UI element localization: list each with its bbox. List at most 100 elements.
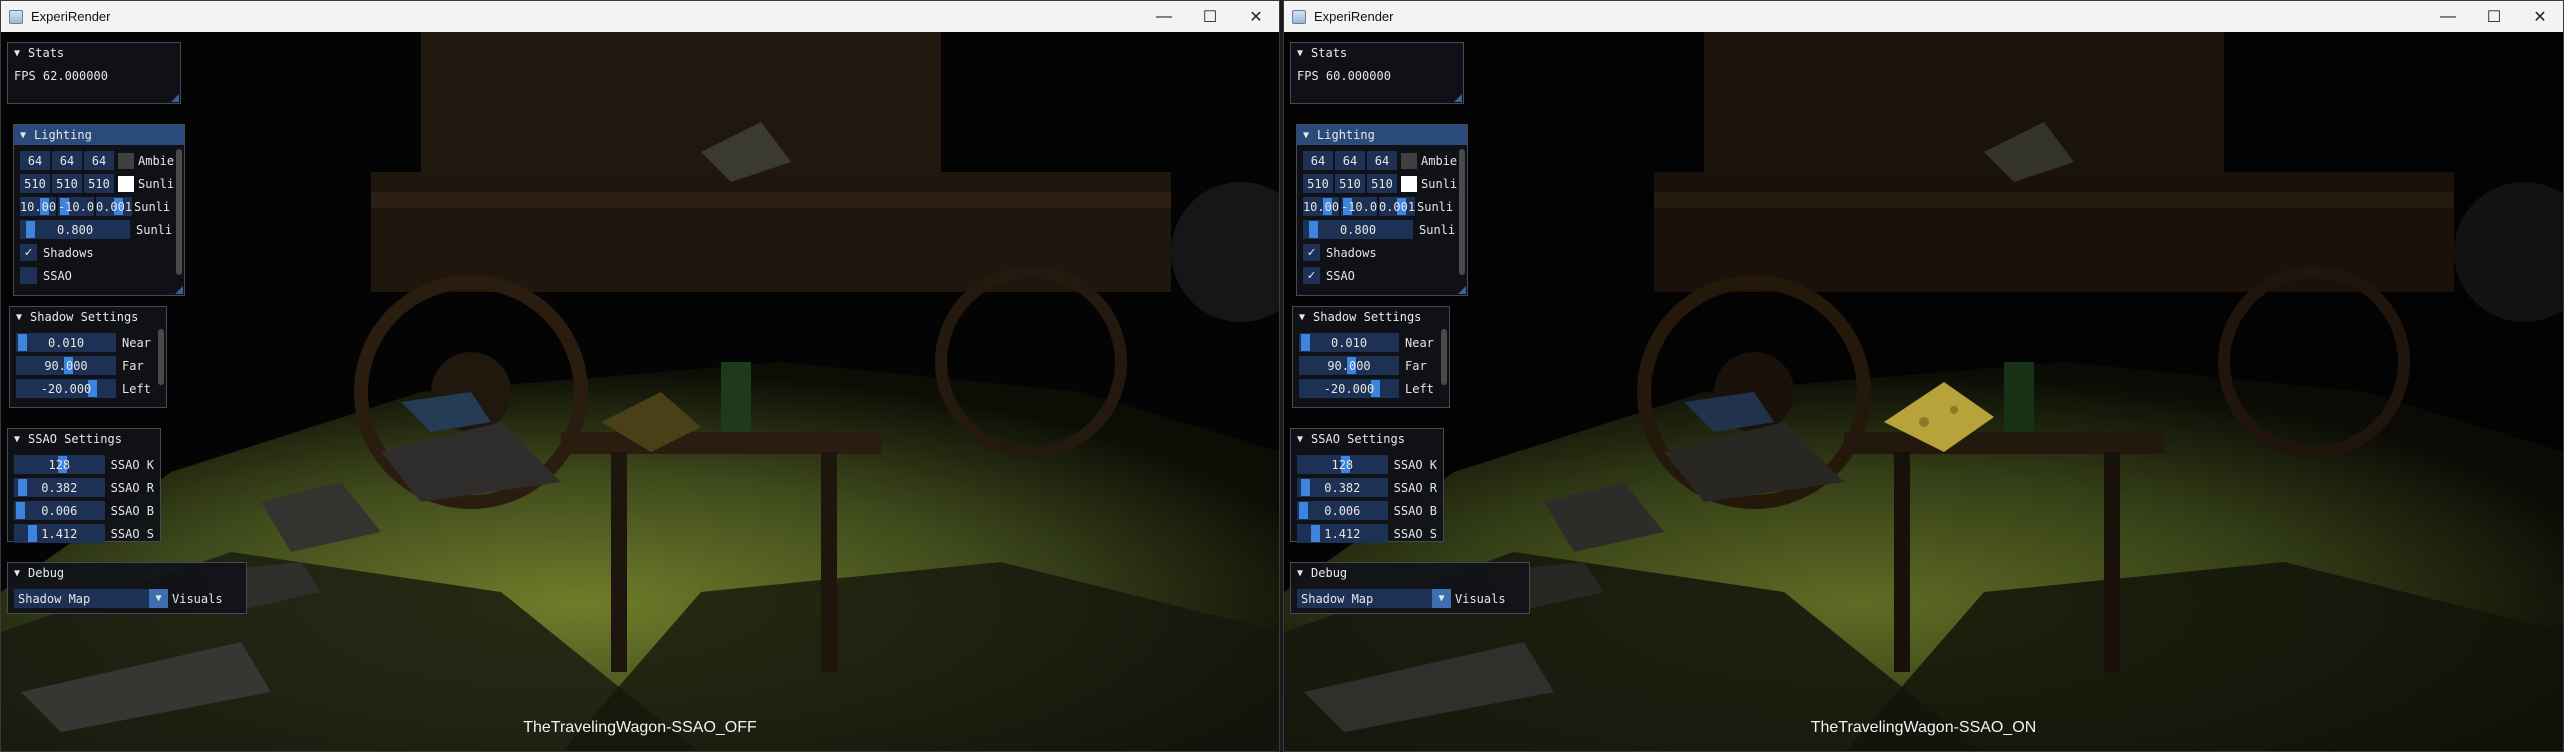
ssao-settings-header[interactable]: ▼ SSAO Settings xyxy=(8,429,160,449)
sun-dir-z-slider[interactable]: 0.001 xyxy=(1379,197,1415,216)
resize-grip-icon[interactable] xyxy=(175,286,183,294)
sun-color-swatch[interactable] xyxy=(118,175,134,192)
ambient-b-field[interactable]: 64 xyxy=(1367,151,1397,170)
shadows-checkbox[interactable]: ✓ xyxy=(1303,244,1320,261)
ssao-kernel-label: SSAO K xyxy=(1393,457,1437,472)
slider-grab[interactable] xyxy=(1301,334,1310,351)
collapse-arrow-icon[interactable]: ▼ xyxy=(20,130,26,141)
sun-dir-x-slider[interactable]: 10.00 xyxy=(20,197,56,216)
stats-panel: ▼ Stats FPS 62.000000 xyxy=(7,42,181,104)
slider-grab[interactable] xyxy=(28,525,37,542)
render-viewport[interactable]: ▼ Stats FPS 62.000000 ▼ Lighting 64 64 6… xyxy=(1,32,1279,751)
sun-dir-y-value: -10.0 xyxy=(58,199,94,214)
sun-intensity-slider[interactable]: 0.800 xyxy=(20,220,130,239)
slider-grab[interactable] xyxy=(1309,221,1318,238)
collapse-arrow-icon[interactable]: ▼ xyxy=(1297,434,1303,445)
collapse-arrow-icon[interactable]: ▼ xyxy=(1303,130,1309,141)
close-button[interactable]: ✕ xyxy=(2517,1,2563,32)
ssao-strength-slider[interactable]: 1.412 xyxy=(14,524,105,543)
slider-grab[interactable] xyxy=(1299,502,1308,519)
visuals-dropdown[interactable]: Shadow Map ▼ xyxy=(14,589,168,608)
shadow-settings-header[interactable]: ▼ Shadow Settings xyxy=(1293,307,1449,327)
resize-grip-icon[interactable] xyxy=(1454,94,1462,102)
ssao-settings-header[interactable]: ▼ SSAO Settings xyxy=(1291,429,1443,449)
stats-header[interactable]: ▼ Stats xyxy=(1291,43,1463,63)
shadow-far-slider[interactable]: 90.000 xyxy=(16,356,116,375)
slider-grab[interactable] xyxy=(18,479,27,496)
lighting-scrollbar[interactable] xyxy=(176,149,182,275)
sun-dir-x-slider[interactable]: 10.00 xyxy=(1303,197,1339,216)
ssao-bias-slider[interactable]: 0.006 xyxy=(14,501,105,520)
collapse-arrow-icon[interactable]: ▼ xyxy=(14,434,20,445)
collapse-arrow-icon[interactable]: ▼ xyxy=(14,48,20,59)
maximize-button[interactable]: ☐ xyxy=(1187,1,1233,32)
maximize-button[interactable]: ☐ xyxy=(2471,1,2517,32)
ambient-r-field[interactable]: 64 xyxy=(20,151,50,170)
stats-header[interactable]: ▼ Stats xyxy=(8,43,180,63)
ssao-kernel-slider[interactable]: 128 xyxy=(14,455,105,474)
sun-dir-z-slider[interactable]: 0.001 xyxy=(96,197,132,216)
chevron-down-icon[interactable]: ▼ xyxy=(149,589,168,608)
slider-grab[interactable] xyxy=(16,502,25,519)
shadow-far-slider[interactable]: 90.000 xyxy=(1299,356,1399,375)
shadow-left-slider[interactable]: -20.000 xyxy=(16,379,116,398)
minimize-button[interactable]: — xyxy=(2425,1,2471,32)
ambient-color-swatch[interactable] xyxy=(118,152,134,169)
ssao-radius-slider[interactable]: 0.382 xyxy=(1297,478,1388,497)
shadow-scrollbar[interactable] xyxy=(158,329,164,385)
slider-grab[interactable] xyxy=(18,334,27,351)
ssao-radius-slider[interactable]: 0.382 xyxy=(14,478,105,497)
sun-color-r-field[interactable]: 510 xyxy=(1303,174,1333,193)
shadow-near-slider[interactable]: 0.010 xyxy=(1299,333,1399,352)
chevron-down-icon[interactable]: ▼ xyxy=(1432,589,1451,608)
sun-color-swatch[interactable] xyxy=(1401,175,1417,192)
ambient-color-swatch[interactable] xyxy=(1401,152,1417,169)
minimize-button[interactable]: — xyxy=(1141,1,1187,32)
collapse-arrow-icon[interactable]: ▼ xyxy=(14,568,20,579)
close-button[interactable]: ✕ xyxy=(1233,1,1279,32)
debug-header[interactable]: ▼ Debug xyxy=(1291,563,1529,583)
shadow-near-slider[interactable]: 0.010 xyxy=(16,333,116,352)
collapse-arrow-icon[interactable]: ▼ xyxy=(1297,568,1303,579)
lighting-scrollbar[interactable] xyxy=(1459,149,1465,275)
ambient-b-field[interactable]: 64 xyxy=(84,151,114,170)
slider-grab[interactable] xyxy=(26,221,35,238)
collapse-arrow-icon[interactable]: ▼ xyxy=(1297,48,1303,59)
ambient-g-field[interactable]: 64 xyxy=(1335,151,1365,170)
shadows-checkbox[interactable]: ✓ xyxy=(20,244,37,261)
ssao-bias-slider[interactable]: 0.006 xyxy=(1297,501,1388,520)
ssao-strength-slider[interactable]: 1.412 xyxy=(1297,524,1388,543)
lighting-header[interactable]: ▼ Lighting xyxy=(1297,125,1467,145)
ssao-checkbox[interactable]: ✓ xyxy=(1303,267,1320,284)
collapse-arrow-icon[interactable]: ▼ xyxy=(16,312,22,323)
ambient-r-field[interactable]: 64 xyxy=(1303,151,1333,170)
resize-grip-icon[interactable] xyxy=(171,94,179,102)
resize-grip-icon[interactable] xyxy=(1458,286,1466,294)
ambient-g-field[interactable]: 64 xyxy=(52,151,82,170)
title-bar[interactable]: ExperiRender — ☐ ✕ xyxy=(1,1,1279,32)
shadow-left-slider[interactable]: -20.000 xyxy=(1299,379,1399,398)
sun-color-g-field[interactable]: 510 xyxy=(52,174,82,193)
visuals-dropdown[interactable]: Shadow Map ▼ xyxy=(1297,589,1451,608)
sun-intensity-slider[interactable]: 0.800 xyxy=(1303,220,1413,239)
sun-color-b-field[interactable]: 510 xyxy=(1367,174,1397,193)
sun-dir-y-slider[interactable]: -10.0 xyxy=(58,197,94,216)
collapse-arrow-icon[interactable]: ▼ xyxy=(1299,312,1305,323)
debug-header[interactable]: ▼ Debug xyxy=(8,563,246,583)
shadow-settings-header[interactable]: ▼ Shadow Settings xyxy=(10,307,166,327)
slider-grab[interactable] xyxy=(1301,479,1310,496)
sun-color-g-field[interactable]: 510 xyxy=(1335,174,1365,193)
render-viewport[interactable]: ▼ Stats FPS 60.000000 ▼ Lighting 64 64 6… xyxy=(1284,32,2563,751)
debug-title: Debug xyxy=(1311,566,1348,580)
ssao-bias-label: SSAO B xyxy=(110,503,154,518)
shadow-scrollbar[interactable] xyxy=(1441,329,1447,385)
lighting-header[interactable]: ▼ Lighting xyxy=(14,125,184,145)
sun-color-b-field[interactable]: 510 xyxy=(84,174,114,193)
sun-dir-y-slider[interactable]: -10.0 xyxy=(1341,197,1377,216)
ssao-checkbox[interactable] xyxy=(20,267,37,284)
sun-intensity-value: 0.800 xyxy=(1339,222,1377,237)
slider-grab[interactable] xyxy=(1311,525,1320,542)
sun-color-r-field[interactable]: 510 xyxy=(20,174,50,193)
ssao-kernel-slider[interactable]: 128 xyxy=(1297,455,1388,474)
title-bar[interactable]: ExperiRender — ☐ ✕ xyxy=(1284,1,2563,32)
